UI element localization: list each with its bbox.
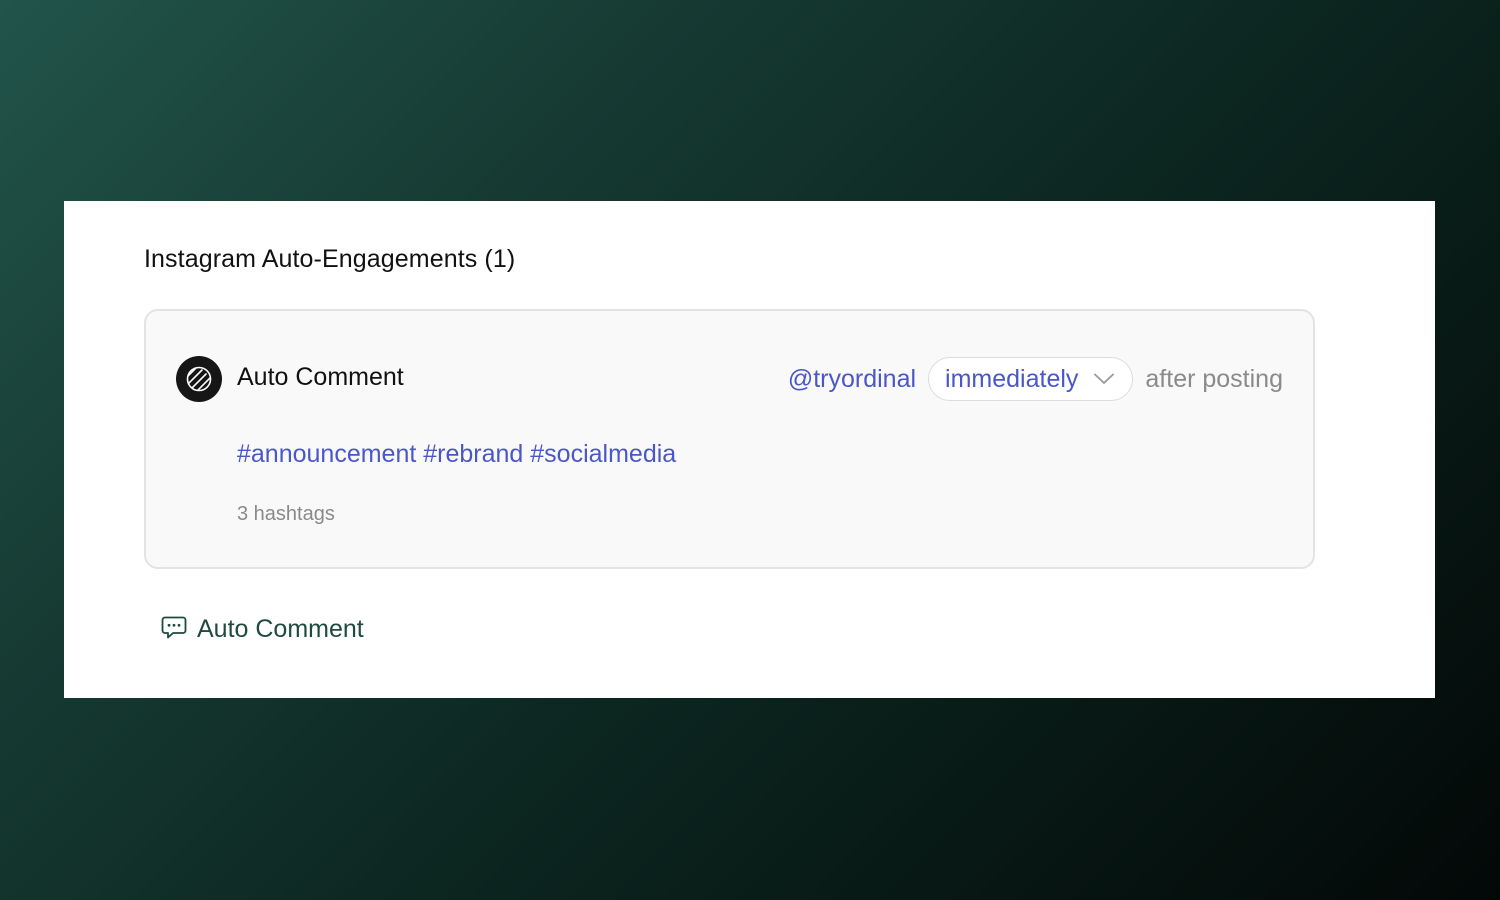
engagement-type-label: Auto Comment: [237, 363, 404, 391]
timing-dropdown[interactable]: immediately: [928, 357, 1134, 401]
account-handle[interactable]: @tryordinal: [788, 365, 916, 394]
comment-text[interactable]: #announcement #rebrand #socialmedia: [237, 440, 676, 469]
add-auto-comment-label: Auto Comment: [197, 614, 364, 643]
hashtag-count: 3 hashtags: [237, 503, 335, 525]
after-posting-text: after posting: [1145, 364, 1283, 393]
timing-selected-value: immediately: [945, 364, 1079, 393]
ordinal-logo-glyph: [186, 366, 212, 392]
add-auto-comment-button[interactable]: Auto Comment: [160, 611, 364, 647]
timing-row: @tryordinal immediately after posting: [788, 356, 1283, 402]
chevron-down-icon: [1094, 373, 1115, 385]
auto-comment-card: Auto Comment @tryordinal immediately aft…: [144, 309, 1315, 569]
auto-engagements-panel: Instagram Auto-Engagements (1) Auto Comm…: [64, 201, 1435, 698]
section-title: Instagram Auto-Engagements (1): [144, 245, 516, 273]
comment-bubble-icon: [160, 613, 188, 646]
ordinal-logo-icon: [176, 356, 222, 402]
